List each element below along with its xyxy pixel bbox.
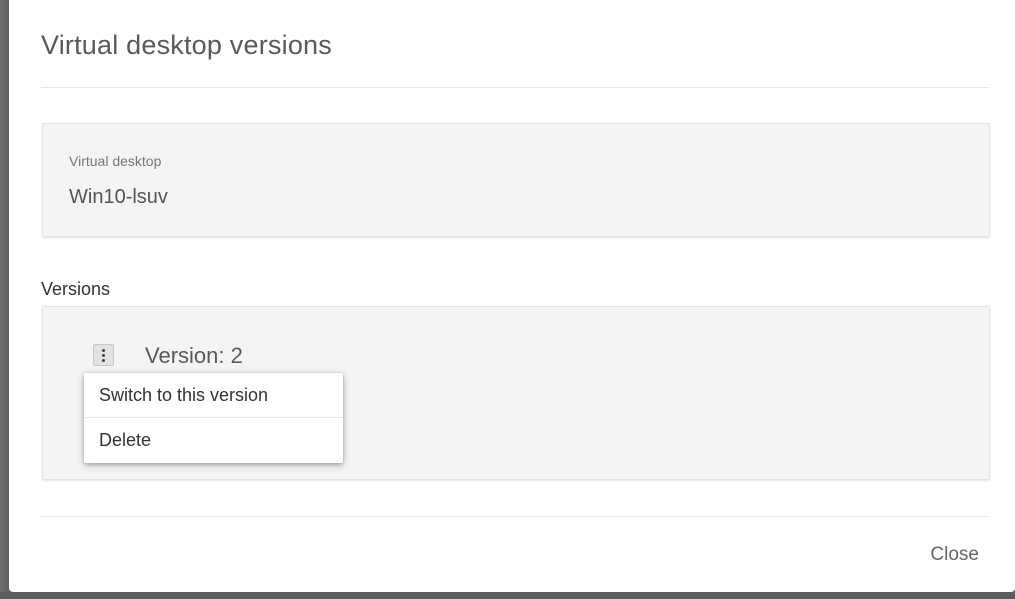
versions-heading: Versions	[41, 279, 111, 299]
close-button[interactable]: Close	[899, 540, 979, 570]
version-label: Version: 2	[145, 343, 243, 368]
backdrop	[0, 0, 9, 599]
kebab-menu-icon	[102, 348, 105, 362]
virtual-desktop-card: Virtual desktop Win10-lsuv	[42, 123, 990, 237]
virtual-desktop-label: Virtual desktop	[69, 153, 162, 169]
version-context-menu: Switch to this version Delete	[84, 373, 343, 463]
virtual-desktop-name: Win10-lsuv	[69, 186, 168, 208]
backdrop-bottom	[0, 592, 1015, 599]
footer-divider	[41, 516, 989, 517]
dialog-title: Virtual desktop versions	[41, 30, 332, 60]
header-divider	[41, 87, 989, 88]
menu-item-switch-version[interactable]: Switch to this version	[84, 373, 343, 418]
version-menu-button[interactable]	[93, 344, 114, 366]
versions-dialog: Virtual desktop versions Virtual desktop…	[9, 0, 1015, 592]
menu-item-delete[interactable]: Delete	[84, 418, 343, 463]
